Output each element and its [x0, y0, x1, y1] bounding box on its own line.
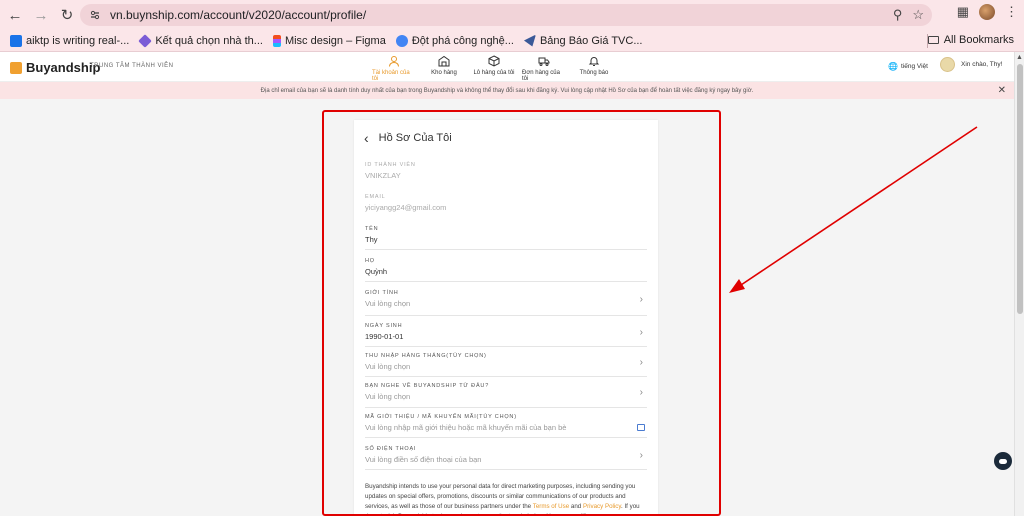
- chat-support-button[interactable]: [994, 452, 1012, 470]
- annotation-arrow: [729, 126, 978, 293]
- chat-icon: [999, 458, 1007, 464]
